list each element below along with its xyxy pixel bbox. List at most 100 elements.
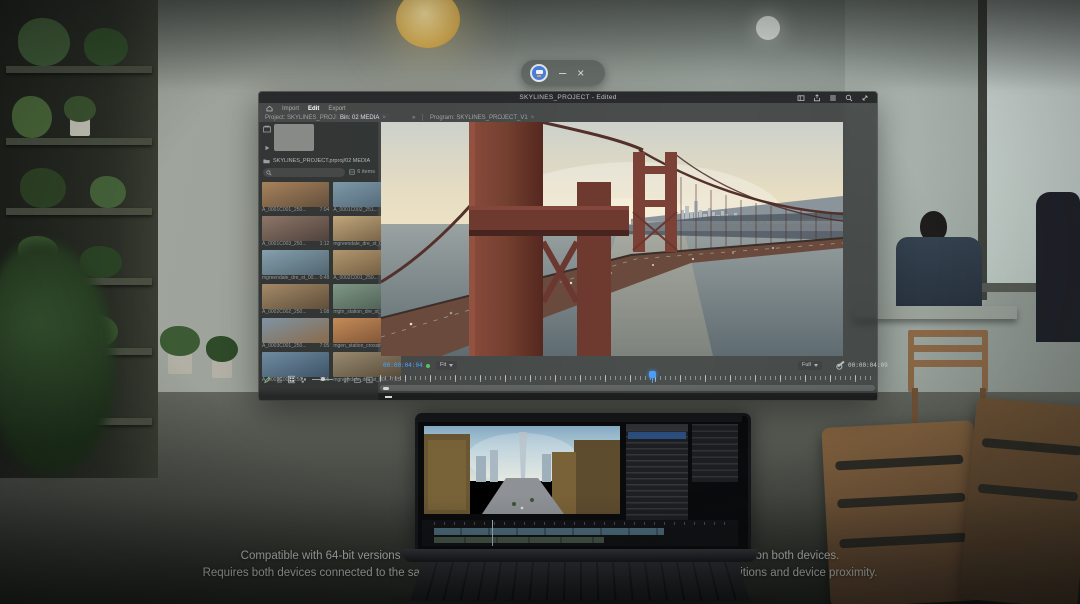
clip-item[interactable]: A_0002C002_250... 1:08 (262, 284, 329, 315)
minimize-button[interactable]: – (559, 66, 566, 79)
settings-wrench-icon[interactable] (837, 361, 844, 368)
tab-close-icon[interactable]: × (531, 115, 535, 121)
monitor-scrollbar[interactable] (380, 385, 875, 391)
monitor-time-ruler[interactable] (380, 375, 875, 383)
clip-item[interactable]: A_0003C001_250...7:05 (262, 318, 329, 349)
workspace-panel-icon[interactable] (797, 94, 805, 102)
bin-preview-thumbnail (274, 124, 314, 151)
clip-caption: A_0001C001_250...7:04 (262, 207, 329, 213)
new-bin-icon[interactable] (354, 376, 361, 384)
zoom-level-dropdown[interactable]: Fit (436, 361, 457, 370)
titlebar[interactable]: SKYLINES_PROJECT - Edited (259, 92, 877, 103)
laptop-effect-controls-panel (626, 424, 688, 526)
golden-gate-video-still (381, 122, 843, 356)
window-controls-pill: – × (521, 60, 605, 86)
clip-duration: 1:08 (320, 309, 330, 315)
shelf-board (6, 66, 152, 73)
clip-thumbnail[interactable] (262, 318, 329, 343)
laptop-timeline-ruler (434, 522, 734, 525)
clip-name: A_0002C002_250... (262, 309, 306, 315)
plant (18, 18, 70, 66)
program-monitor-panel: 00:00:04:04 Fit Full 00:00:04:09 (378, 122, 877, 400)
bottom-strip (378, 393, 877, 400)
resize-diagonal-icon[interactable] (861, 94, 869, 102)
laptop-timeline (422, 520, 738, 546)
clip-thumbnail[interactable] (262, 216, 329, 241)
tab-bin-02-media[interactable]: Bin: 02 MEDIA × (336, 113, 390, 122)
chair-slat-gap (839, 533, 967, 549)
clip-caption: A_0001C003_250...1:12 (262, 241, 329, 247)
laptop-library-panel (692, 424, 738, 482)
playback-resolution-dropdown[interactable]: Full (798, 361, 822, 370)
share-export-icon[interactable] (813, 94, 821, 102)
overflow-glyph: » (412, 115, 415, 121)
chair-slat-gap (978, 484, 1078, 502)
home-icon[interactable] (266, 105, 273, 112)
chair-slat-gap (837, 493, 965, 509)
clip-item[interactable]: A_0001C001_250...7:04 (262, 182, 329, 213)
monitor-glyph (532, 66, 546, 80)
scrollbar-handle[interactable] (383, 387, 389, 390)
clip-name: A_0001C001_250... (262, 207, 306, 213)
chair-frame (982, 330, 988, 392)
clip-thumbnail[interactable] (262, 284, 329, 309)
sort-icon[interactable] (343, 376, 350, 384)
clip-name: A_0001C003_250... (262, 241, 306, 247)
clip-thumbnail[interactable] (262, 182, 329, 207)
list-view-icon[interactable] (276, 376, 283, 384)
plant (90, 176, 126, 208)
clip-item[interactable]: A_0001C003_250...1:12 (262, 216, 329, 247)
clip-item[interactable]: mgreendale_dre_st_00...0:48 (262, 250, 329, 281)
freeform-view-icon[interactable] (300, 376, 307, 384)
thumbnail-zoom-slider[interactable] (312, 379, 332, 380)
tab-close-icon[interactable]: × (382, 115, 386, 121)
laptop-keyboard (410, 562, 750, 600)
laptop-playhead (492, 520, 493, 546)
status-dot (426, 364, 430, 368)
menu-icon[interactable] (829, 94, 837, 102)
menu-export[interactable]: Export (328, 106, 345, 112)
plant (206, 336, 238, 362)
zoom-handle[interactable] (385, 396, 392, 398)
app-menubar: Import Edit Export (266, 104, 346, 113)
playhead[interactable] (649, 371, 656, 378)
breadcrumb[interactable]: SKYLINES_PROJECT.prproj/02 MEDIA (263, 157, 375, 165)
new-item-icon[interactable] (366, 376, 373, 384)
panel-tabs: Project: SKYLINES_PROJECT Bin: 02 MEDIA … (259, 113, 877, 122)
laptop-panel-header (626, 424, 688, 430)
plant (160, 326, 200, 356)
play-preview-icon[interactable] (264, 145, 270, 151)
clip-grid: A_0001C001_250...7:04 A_0001C002_251...2… (262, 182, 375, 383)
chair-slat-gap (982, 438, 1080, 456)
laptop-screen (415, 413, 751, 552)
tab-bin-label: Bin: 02 MEDIA (340, 115, 379, 121)
clip-preview-icon (263, 125, 271, 133)
shelf-board (6, 208, 152, 215)
menu-import[interactable]: Import (282, 106, 299, 112)
breadcrumb-path: SKYLINES_PROJECT.prproj/02 MEDIA (273, 158, 370, 164)
window-title: SKYLINES_PROJECT - Edited (259, 94, 877, 101)
icon-view-icon[interactable] (288, 375, 296, 384)
folder-icon (263, 158, 270, 164)
clip-name: A_0002C001_250... (333, 275, 377, 281)
tab-program-monitor[interactable]: Program: SKYLINES_PROJECT_V1 × (426, 113, 538, 122)
clip-name: A_0001C002_251... (333, 207, 377, 213)
search-icon (266, 170, 272, 176)
clip-name: A_0003C001_250... (262, 343, 306, 349)
person-seated (896, 237, 982, 317)
edit-pencil-icon[interactable] (264, 376, 271, 384)
menu-edit[interactable]: Edit (308, 106, 319, 112)
close-button[interactable]: × (577, 67, 584, 79)
zoom-tool-icon[interactable] (845, 94, 853, 102)
tab-group-separator (422, 114, 423, 121)
item-count: 6 items (349, 169, 375, 175)
tab-overflow-chevron[interactable]: » (408, 113, 419, 122)
laptop-video-track (434, 528, 664, 535)
laptop-program-monitor (424, 426, 620, 514)
filter-icon[interactable] (349, 169, 355, 175)
current-timecode[interactable]: 00:00:04:04 (383, 362, 423, 369)
clip-thumbnail[interactable] (262, 250, 329, 275)
video-frame[interactable] (381, 122, 843, 356)
search-input[interactable] (263, 168, 345, 177)
plant (64, 96, 96, 122)
